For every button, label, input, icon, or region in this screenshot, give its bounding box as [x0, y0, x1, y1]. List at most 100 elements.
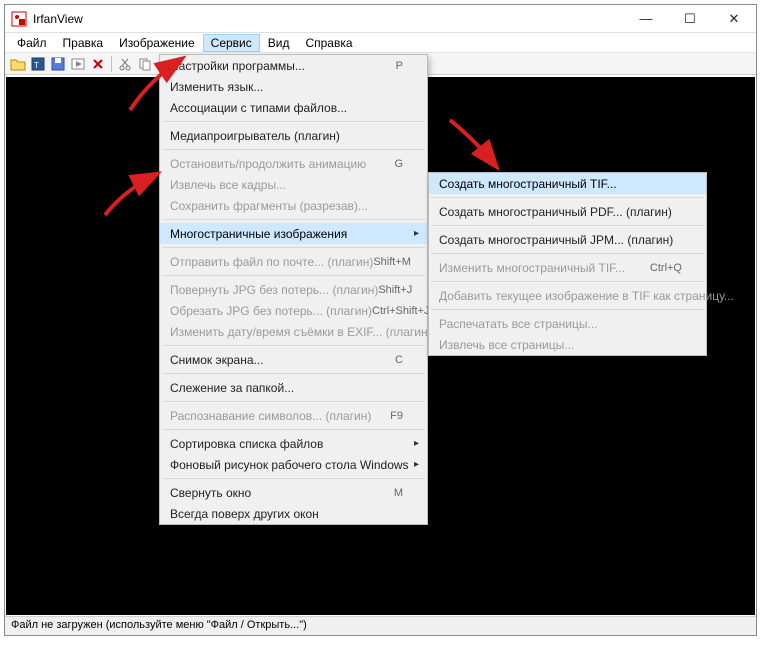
service-menu-item-16: Изменить дату/время съёмки в EXIF... (пл…: [160, 321, 427, 342]
service-menu-item-label: Настройки программы...: [170, 59, 305, 73]
service-menu-separator: [162, 478, 425, 479]
service-menu-item-label: Повернуть JPG без потерь... (плагин): [170, 283, 378, 297]
minimize-button[interactable]: —: [624, 5, 668, 33]
service-menu-item-label: Всегда поверх других окон: [170, 507, 319, 521]
service-menu-item-label: Фоновый рисунок рабочего стола Windows: [170, 458, 409, 472]
multipage-menu-item-label: Извлечь все страницы...: [439, 338, 574, 352]
menu-view[interactable]: Вид: [260, 34, 298, 52]
multipage-menu-item-label: Создать многостраничный JPM... (плагин): [439, 233, 673, 247]
open-icon[interactable]: [9, 55, 27, 73]
service-menu-item-label: Сохранить фрагменты (разрезав)...: [170, 199, 368, 213]
multipage-submenu: Создать многостраничный TIF... Создать мн…: [428, 172, 707, 356]
delete-icon[interactable]: [89, 55, 107, 73]
multipage-menu-separator: [431, 225, 704, 226]
service-menu-item-label: Отправить файл по почте... (плагин): [170, 255, 373, 269]
service-menu-separator: [162, 401, 425, 402]
chevron-right-icon: ▸: [414, 228, 419, 239]
service-menu-item-0[interactable]: Настройки программы... P: [160, 55, 427, 76]
service-menu-item-2[interactable]: Ассоциации с типами файлов...: [160, 97, 427, 118]
multipage-menu-item-shortcut: Ctrl+Q: [650, 262, 682, 274]
status-text: Файл не загружен (используйте меню "Файл…: [11, 619, 307, 631]
multipage-menu-item-11: Извлечь все страницы...: [429, 334, 706, 355]
chevron-right-icon: ▸: [414, 459, 419, 470]
service-menu-item-shortcut: Shift+J: [378, 284, 412, 296]
copy-icon[interactable]: [136, 55, 154, 73]
service-menu-item-label: Слежение за папкой...: [170, 381, 294, 395]
service-menu-item-shortcut: F9: [390, 410, 403, 422]
service-menu-item-18[interactable]: Снимок экрана... C: [160, 349, 427, 370]
multipage-menu-item-label: Изменить многостраничный TIF...: [439, 261, 625, 275]
service-menu-item-28[interactable]: Всегда поверх других окон: [160, 503, 427, 524]
service-menu-separator: [162, 429, 425, 430]
service-menu-separator: [162, 121, 425, 122]
chevron-right-icon: ▸: [414, 438, 419, 449]
multipage-menu-separator: [431, 197, 704, 198]
svg-text:T: T: [34, 61, 39, 70]
service-menu-item-label: Многостраничные изображения: [170, 227, 347, 241]
multipage-menu-item-10: Распечатать все страницы...: [429, 313, 706, 334]
multipage-menu-item-label: Создать многостраничный PDF... (плагин): [439, 205, 672, 219]
service-menu-item-label: Ассоциации с типами файлов...: [170, 101, 347, 115]
cut-icon[interactable]: [116, 55, 134, 73]
service-menu-item-label: Распознавание символов... (плагин): [170, 409, 371, 423]
toolbar-separator: [111, 56, 112, 72]
multipage-menu-item-0[interactable]: Создать многостраничный TIF...: [429, 173, 706, 194]
service-menu-item-label: Изменить дату/время съёмки в EXIF... (пл…: [170, 325, 432, 339]
multipage-menu-separator: [431, 281, 704, 282]
menu-image[interactable]: Изображение: [111, 34, 203, 52]
close-button[interactable]: ✕: [712, 5, 756, 33]
service-menu-item-shortcut: C: [395, 354, 403, 366]
service-menu-item-label: Сортировка списка файлов: [170, 437, 323, 451]
multipage-menu-separator: [431, 253, 704, 254]
multipage-menu-item-label: Добавить текущее изображение в TIF как с…: [439, 289, 734, 303]
service-menu-item-25[interactable]: Фоновый рисунок рабочего стола Windows ▸: [160, 454, 427, 475]
service-dropdown: Настройки программы... P Изменить язык... А…: [159, 54, 428, 525]
menu-service[interactable]: Сервис: [203, 34, 260, 52]
thumbnail-icon[interactable]: T: [29, 55, 47, 73]
service-menu-separator: [162, 373, 425, 374]
service-menu-item-27[interactable]: Свернуть окно M: [160, 482, 427, 503]
maximize-button[interactable]: ☐: [668, 5, 712, 33]
menu-edit[interactable]: Правка: [55, 34, 112, 52]
service-menu-item-10[interactable]: Многостраничные изображения ▸: [160, 223, 427, 244]
service-menu-separator: [162, 275, 425, 276]
titlebar: IrfanView — ☐ ✕: [5, 5, 756, 33]
service-menu-separator: [162, 219, 425, 220]
service-menu-item-14: Повернуть JPG без потерь... (плагин)Shif…: [160, 279, 427, 300]
service-menu-separator: [162, 149, 425, 150]
multipage-menu-item-2[interactable]: Создать многостраничный PDF... (плагин): [429, 201, 706, 222]
multipage-menu-item-4[interactable]: Создать многостраничный JPM... (плагин): [429, 229, 706, 250]
multipage-menu-item-6: Изменить многостраничный TIF... Ctrl+Q: [429, 257, 706, 278]
service-menu-item-12: Отправить файл по почте... (плагин)Shift…: [160, 251, 427, 272]
service-menu-separator: [162, 247, 425, 248]
multipage-menu-item-label: Распечатать все страницы...: [439, 317, 598, 331]
menu-help[interactable]: Справка: [297, 34, 360, 52]
menu-file[interactable]: Файл: [9, 34, 55, 52]
multipage-menu-item-label: Создать многостраничный TIF...: [439, 177, 617, 191]
window-controls: — ☐ ✕: [624, 5, 756, 33]
service-menu-item-1[interactable]: Изменить язык...: [160, 76, 427, 97]
app-icon: [11, 11, 27, 27]
service-menu-item-7: Извлечь все кадры...: [160, 174, 427, 195]
service-menu-item-label: Остановить/продолжить анимацию: [170, 157, 366, 171]
service-menu-item-4[interactable]: Медиапроигрыватель (плагин): [160, 125, 427, 146]
service-menu-item-shortcut: Ctrl+Shift+J: [372, 305, 429, 317]
service-menu-item-shortcut: Shift+M: [373, 256, 411, 268]
service-menu-item-label: Медиапроигрыватель (плагин): [170, 129, 340, 143]
save-icon[interactable]: [49, 55, 67, 73]
service-menu-item-24[interactable]: Сортировка списка файлов ▸: [160, 433, 427, 454]
service-menu-item-label: Извлечь все кадры...: [170, 178, 286, 192]
service-menu-item-8: Сохранить фрагменты (разрезав)...: [160, 195, 427, 216]
multipage-menu-separator: [431, 309, 704, 310]
service-menu-item-shortcut: M: [394, 487, 403, 499]
slideshow-icon[interactable]: [69, 55, 87, 73]
service-menu-item-22: Распознавание символов... (плагин) F9: [160, 405, 427, 426]
service-menu-item-20[interactable]: Слежение за папкой...: [160, 377, 427, 398]
menubar: Файл Правка Изображение Сервис Вид Справ…: [5, 33, 756, 53]
service-menu-item-shortcut: P: [396, 60, 403, 72]
service-menu-item-6: Остановить/продолжить анимациюG: [160, 153, 427, 174]
service-menu-item-label: Снимок экрана...: [170, 353, 264, 367]
service-menu-item-15: Обрезать JPG без потерь... (плагин)Ctrl+…: [160, 300, 427, 321]
service-menu-item-label: Свернуть окно: [170, 486, 251, 500]
service-menu-item-label: Изменить язык...: [170, 80, 263, 94]
